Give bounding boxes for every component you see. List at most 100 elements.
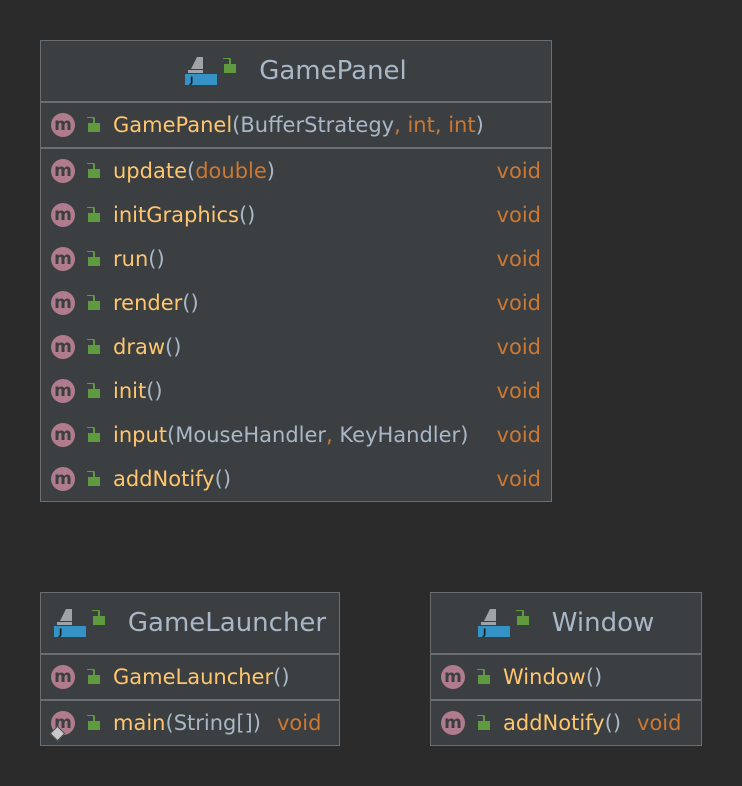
method-name: addNotify [113,467,215,491]
paren-open: ( [167,423,176,447]
class-box-window[interactable]: J Window m Window() m addNotify() void [430,592,702,746]
paren-close: ) [247,203,256,227]
paren-open: ( [165,335,174,359]
class-name: GamePanel [259,56,407,86]
method-name: render [113,291,183,315]
paren-open: ( [182,291,191,315]
method-name: addNotify [503,711,605,735]
class-header[interactable]: J Window [431,593,701,655]
method-row[interactable]: m addNotify() void [431,701,701,745]
method-row[interactable]: m initGraphics() void [41,193,551,237]
method-row[interactable]: m update(double) void [41,149,551,193]
return-type: void [496,159,541,183]
paren-close: ) [266,159,275,183]
svg-text:J: J [482,628,486,637]
public-lock-icon [85,383,101,399]
method-row[interactable]: m run() void [41,237,551,281]
class-icon-group: J [185,57,237,85]
method-icon: m [51,335,75,359]
paren-close: ) [190,291,199,315]
class-header[interactable]: J GamePanel [41,41,551,103]
return-type: void [637,711,682,735]
param-separator: , [326,423,340,447]
paren-open: ( [214,467,223,491]
method-name: init [113,379,147,403]
public-lock-icon [85,715,101,731]
class-header[interactable]: J GameLauncher [41,593,339,655]
class-name: GameLauncher [127,608,327,638]
method-icon: m [441,665,465,689]
paren-close: ) [612,711,622,735]
class-icon-group: J [53,609,106,637]
return-type: void [276,711,322,735]
public-lock-icon [475,715,491,731]
method-signature: addNotify() [503,711,621,735]
param-type: int [448,113,476,137]
class-box-gamepanel[interactable]: J GamePanel m GamePanel(BufferStrategy, int… [40,40,552,502]
method-signature: Window() [503,665,602,689]
method-name: update [113,159,187,183]
java-class-icon: J [185,57,218,85]
public-lock-icon [85,207,101,223]
method-name: input [113,423,168,447]
method-row[interactable]: m main(String[]) void [41,701,339,745]
paren-close: ) [594,665,603,689]
public-lock-icon [85,471,101,487]
method-signature: GameLauncher() [113,665,290,689]
paren-open: ( [585,665,595,689]
methods-section: m main(String[]) void [41,701,339,745]
method-signature: addNotify() [113,467,231,491]
paren-close: ) [222,467,232,491]
method-name: run [113,247,149,271]
method-row[interactable]: m draw() void [41,325,551,369]
method-row[interactable]: m addNotify() void [41,457,551,501]
method-signature: run() [113,247,165,271]
method-icon: m [51,423,75,447]
constructors-section: m Window() [431,655,701,701]
paren-close: ) [460,423,469,447]
param-separator: , [434,113,449,137]
method-signature: render() [113,291,199,315]
method-row[interactable]: m render() void [41,281,551,325]
paren-close: ) [156,247,165,271]
return-type: void [496,291,541,315]
param-type: String[] [173,711,253,735]
public-lock-icon [475,669,491,685]
public-lock-icon [85,163,101,179]
param-type: int [407,113,435,137]
param-type: double [195,159,267,183]
return-type: void [496,467,541,491]
constructor-row[interactable]: m Window() [431,655,701,699]
method-icon: m [51,159,75,183]
class-visibility-icon [221,58,237,74]
method-row[interactable]: m init() void [41,369,551,413]
paren-close: ) [154,379,163,403]
class-box-gamelauncher[interactable]: J GameLauncher m GameLauncher() m main(String… [40,592,340,746]
method-name: GameLauncher [113,665,274,689]
public-lock-icon [85,117,101,133]
constructors-section: m GamePanel(BufferStrategy, int, int) [41,103,551,149]
class-icon-group: J [477,609,530,637]
method-row[interactable]: m input(MouseHandler, KeyHandler) void [41,413,551,457]
public-lock-icon [85,339,101,355]
svg-text:J: J [58,628,62,637]
public-lock-icon [85,295,101,311]
constructor-row[interactable]: m GamePanel(BufferStrategy, int, int) [41,103,551,147]
return-type: void [496,423,541,447]
method-signature: update(double) [113,159,275,183]
method-signature: initGraphics() [113,203,255,227]
class-visibility-icon [90,610,106,626]
method-name: draw [113,335,166,359]
public-lock-icon [85,251,101,267]
constructor-row[interactable]: m GameLauncher() [41,655,339,699]
method-signature: init() [113,379,163,403]
param-separator: , [394,113,408,137]
method-signature: GamePanel(BufferStrategy, int, int) [113,113,484,137]
return-type: void [496,335,541,359]
method-icon: m [441,711,465,735]
method-icon: m [51,467,75,491]
paren-close: ) [252,711,261,735]
paren-close: ) [281,665,290,689]
paren-open: ( [165,711,174,735]
method-name: initGraphics [113,203,239,227]
